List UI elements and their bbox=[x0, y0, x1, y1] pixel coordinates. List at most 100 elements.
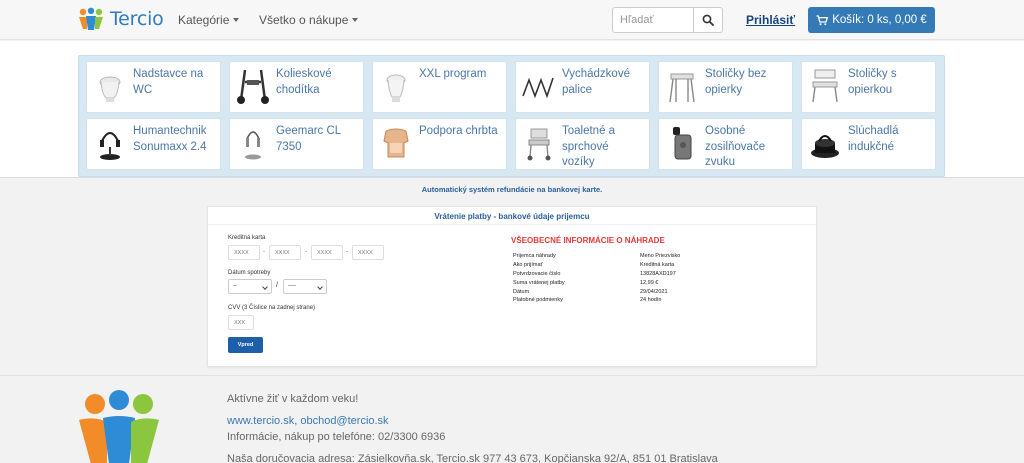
info-row: Prijemca náhrady Meno Priezvisko bbox=[513, 253, 680, 262]
category-panel: Nadstavce na WC Kolieskové chodítka XXL … bbox=[78, 55, 945, 177]
info-key: Platobné podmienky bbox=[513, 297, 563, 304]
category-tile-back-support[interactable]: Podpora chrbta bbox=[372, 118, 507, 170]
chevron-down-icon bbox=[352, 18, 359, 22]
submit-button[interactable]: Vpred bbox=[228, 337, 263, 353]
refund-note: Automatický systém refundácie na bankove… bbox=[421, 185, 603, 194]
form-title: Vrátenie platby - bankové údaje prijemcu bbox=[208, 207, 816, 225]
site-footer: Aktívne žiť v každom veku! www.tercio.sk… bbox=[0, 375, 1024, 463]
cart-label: Košík: 0 ks, 0,00 € bbox=[832, 14, 927, 26]
nav-shopping-info-label: Všetko o nákupe bbox=[259, 13, 349, 27]
info-row: Platobné podmienky 24 hodín bbox=[513, 297, 680, 306]
card-number-input-1[interactable] bbox=[228, 245, 260, 260]
info-value: 24 hodín bbox=[640, 297, 662, 304]
info-row: Ako prijímať Kreditná karta bbox=[513, 262, 680, 271]
search-input[interactable] bbox=[612, 7, 694, 33]
toilet-icon bbox=[386, 74, 406, 102]
card-number-separator: - bbox=[346, 249, 348, 255]
refund-form-card: Vrátenie platby - bankové údaje prijemcu… bbox=[207, 206, 817, 367]
footer-phone: Informácie, nákup po telefóne: 02/3300 6… bbox=[227, 431, 446, 443]
tercio-logo-icon bbox=[79, 7, 103, 30]
cvv-input[interactable] bbox=[228, 315, 254, 330]
category-label: Geemarc CL 7350 bbox=[276, 125, 341, 153]
category-label: Vychádzkové palice bbox=[562, 68, 630, 96]
cart-button[interactable]: Košík: 0 ks, 0,00 € bbox=[808, 7, 935, 33]
category-tile-walking-stick[interactable]: Vychádzkové palice bbox=[515, 61, 650, 113]
category-label: Toaletné a sprchové vozíky bbox=[562, 125, 616, 169]
footer-tagline: Aktívne žiť v každom veku! bbox=[227, 393, 359, 405]
site-header: Tercio Kategórie Všetko o nákupe Prihlás… bbox=[0, 0, 1024, 40]
search-button[interactable] bbox=[694, 7, 723, 33]
card-number-label: Kreditná karta bbox=[228, 235, 266, 241]
category-tile-geemarc[interactable]: Geemarc CL 7350 bbox=[229, 118, 364, 170]
nav-categories[interactable]: Kategórie bbox=[178, 13, 240, 27]
shower-chair-icon bbox=[527, 128, 551, 161]
info-value: 29/04/2021 bbox=[640, 288, 668, 295]
info-value: Kreditná karta bbox=[640, 261, 675, 268]
category-label: Podpora chrbta bbox=[419, 125, 498, 137]
chair-icon bbox=[812, 69, 838, 103]
category-tile-shower-chair[interactable]: Toaletné a sprchové vozíky bbox=[515, 118, 650, 170]
induction-loop-icon bbox=[811, 135, 839, 158]
tercio-logo-icon bbox=[79, 390, 159, 463]
expiry-year-value: ---- bbox=[288, 283, 296, 289]
cvv-label: CVV (3 Číslice na zadnej strane) bbox=[228, 305, 316, 311]
walking-stick-icon bbox=[522, 77, 554, 99]
chevron-down-icon bbox=[233, 18, 240, 22]
toilet-seat-icon bbox=[99, 76, 121, 102]
category-label: Nadstavce na WC bbox=[133, 68, 204, 96]
category-tile-toilet-seat[interactable]: Nadstavce na WC bbox=[86, 61, 221, 113]
info-key: Potvrdzovacie číslo bbox=[513, 270, 561, 277]
category-label: Humantechnik Sonumaxx 2.4 bbox=[133, 125, 207, 153]
search-form bbox=[612, 7, 723, 33]
category-tile-induction[interactable]: Slúchadlá indukčné bbox=[801, 118, 936, 170]
expiry-month-select[interactable]: -- bbox=[228, 279, 272, 294]
category-tile-sonumaxx[interactable]: Humantechnik Sonumaxx 2.4 bbox=[86, 118, 221, 170]
category-band: Nadstavce na WC Kolieskové chodítka XXL … bbox=[0, 41, 1024, 178]
chevron-down-icon bbox=[317, 284, 323, 290]
footer-contact-links[interactable]: www.tercio.sk, obchod@tercio.sk bbox=[227, 415, 389, 427]
info-key: Suma vrátenej platby bbox=[513, 279, 565, 286]
card-number-input-3[interactable] bbox=[311, 245, 343, 260]
category-tile-rollator[interactable]: Kolieskové chodítka bbox=[229, 61, 364, 113]
shopping-cart-icon bbox=[816, 14, 829, 25]
back-support-icon bbox=[383, 128, 409, 158]
info-key: Dátum bbox=[513, 288, 530, 295]
headphones-icon bbox=[100, 132, 120, 160]
search-icon bbox=[702, 14, 714, 26]
nav-shopping-info[interactable]: Všetko o nákupe bbox=[259, 13, 359, 27]
brand-name: Tercio bbox=[110, 8, 164, 30]
category-label: XXL program bbox=[419, 68, 487, 80]
category-label: Slúchadlá indukčné bbox=[848, 125, 899, 153]
category-tile-amplifier[interactable]: Osobné zosilňovače zvuku bbox=[658, 118, 793, 170]
category-grid: Nadstavce na WC Kolieskové chodítka XXL … bbox=[86, 61, 936, 170]
info-row: Dátum 29/04/2021 bbox=[513, 289, 680, 298]
card-number-input-4[interactable] bbox=[352, 245, 384, 260]
headset-icon bbox=[245, 131, 261, 160]
card-number-input-2[interactable] bbox=[269, 245, 301, 260]
info-row: Suma vrátenej platby 12,99 € bbox=[513, 280, 680, 289]
expiry-separator: / bbox=[276, 282, 278, 289]
brand-logo[interactable]: Tercio bbox=[78, 7, 164, 31]
info-value: Meno Priezvisko bbox=[640, 253, 681, 259]
footer-address: Naša doručovacia adresa: Zásielkovňa.sk,… bbox=[227, 453, 718, 463]
card-number-separator: - bbox=[263, 249, 265, 255]
info-row: Potvrdzovacie číslo 13828AXD197 bbox=[513, 271, 680, 280]
expiry-label: Dátum spotreby bbox=[228, 270, 271, 276]
category-tile-stool[interactable]: Stoličky bez opierky bbox=[658, 61, 793, 113]
category-label: Stoličky bez opierky bbox=[705, 68, 767, 96]
expiry-year-select[interactable]: ---- bbox=[283, 279, 327, 294]
refund-info-title: VŠEOBECNÉ INFORMÁCIE O NÁHRADE bbox=[511, 236, 665, 245]
category-label: Osobné zosilňovače zvuku bbox=[705, 125, 766, 169]
card-number-separator: - bbox=[305, 249, 307, 255]
info-value: 13828AXD197 bbox=[640, 270, 676, 277]
category-tile-chair[interactable]: Stoličky s opierkou bbox=[801, 61, 936, 113]
expiry-month-value: -- bbox=[233, 283, 237, 289]
login-link[interactable]: Prihlásiť bbox=[746, 13, 795, 27]
info-key: Prijemca náhrady bbox=[513, 253, 556, 259]
category-label: Stoličky s opierkou bbox=[848, 68, 897, 96]
category-label: Kolieskové chodítka bbox=[276, 68, 332, 96]
rollator-icon bbox=[237, 69, 269, 104]
category-tile-xxl[interactable]: XXL program bbox=[372, 61, 507, 113]
amplifier-icon bbox=[673, 127, 692, 160]
chevron-down-icon bbox=[262, 284, 268, 290]
